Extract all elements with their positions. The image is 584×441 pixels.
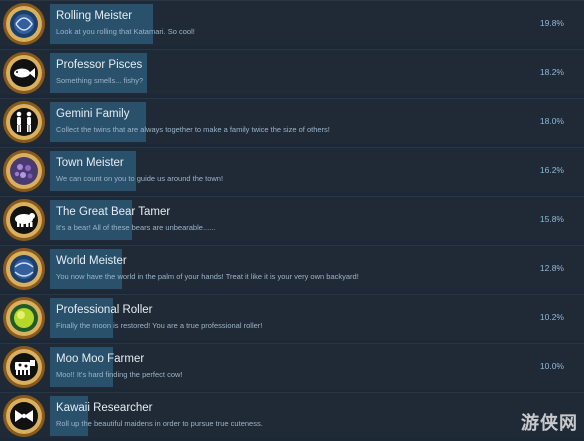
achievement-description: Collect the twins that are always togeth… [56, 125, 330, 134]
achievement-percent: 18.2% [539, 67, 564, 77]
achievement-row: Professor Pisces Something smells... fis… [0, 49, 584, 95]
katamari-galaxy-icon [2, 2, 46, 46]
achievement-description: We can count on you to guide us around t… [56, 174, 224, 183]
achievement-row: Professional Roller Finally the moon is … [0, 294, 584, 340]
achievement-title: Rolling Meister [56, 10, 133, 22]
achievement-percent: 10.2% [539, 312, 564, 322]
achievement-title: Professional Roller [56, 304, 153, 316]
town-ball-icon [2, 149, 46, 193]
site-watermark: 游侠网 [521, 413, 578, 433]
achievement-percent: 19.8% [539, 18, 564, 28]
achievement-title: Kawaii Researcher [56, 402, 153, 414]
achievement-row: Kawaii Researcher Roll up the beautiful … [0, 392, 584, 438]
achievement-title: Professor Pisces [56, 59, 143, 71]
bow-icon [2, 394, 46, 438]
achievement-description: Roll up the beautiful maidens in order t… [56, 419, 263, 428]
achievement-row: Gemini Family Collect the twins that are… [0, 98, 584, 144]
achievement-description: It's a bear! All of these bears are unbe… [56, 223, 216, 232]
world-ball-icon [2, 247, 46, 291]
moon-icon [2, 296, 46, 340]
achievement-row: World Meister You now have the world in … [0, 245, 584, 291]
bear-icon [2, 198, 46, 242]
achievement-row: Rolling Meister Look at you rolling that… [0, 0, 584, 46]
achievement-description: Look at you rolling that Katamari. So co… [56, 27, 195, 36]
achievement-description: Moo!! It's hard finding the perfect cow! [56, 370, 183, 379]
achievement-percent: 15.8% [539, 214, 564, 224]
achievement-list: Rolling Meister Look at you rolling that… [0, 0, 584, 441]
achievement-title: World Meister [56, 255, 127, 267]
achievement-percent: 10.0% [539, 361, 564, 371]
achievement-description: You now have the world in the palm of yo… [56, 272, 359, 281]
achievement-title: Town Meister [56, 157, 124, 169]
achievement-percent: 18.0% [539, 116, 564, 126]
cow-icon [2, 345, 46, 389]
achievement-description: Finally the moon is restored! You are a … [56, 321, 263, 330]
achievement-row: Town Meister We can count on you to guid… [0, 147, 584, 193]
achievement-title: Gemini Family [56, 108, 130, 120]
achievement-percent: 12.8% [539, 263, 564, 273]
achievement-title: Moo Moo Farmer [56, 353, 145, 365]
achievement-row: The Great Bear Tamer It's a bear! All of… [0, 196, 584, 242]
fish-icon [2, 51, 46, 95]
achievement-description: Something smells... fishy? [56, 76, 144, 85]
achievement-row: Moo Moo Farmer Moo!! It's hard finding t… [0, 343, 584, 389]
twins-icon [2, 100, 46, 144]
achievement-percent: 16.2% [539, 165, 564, 175]
achievement-title: The Great Bear Tamer [56, 206, 171, 218]
